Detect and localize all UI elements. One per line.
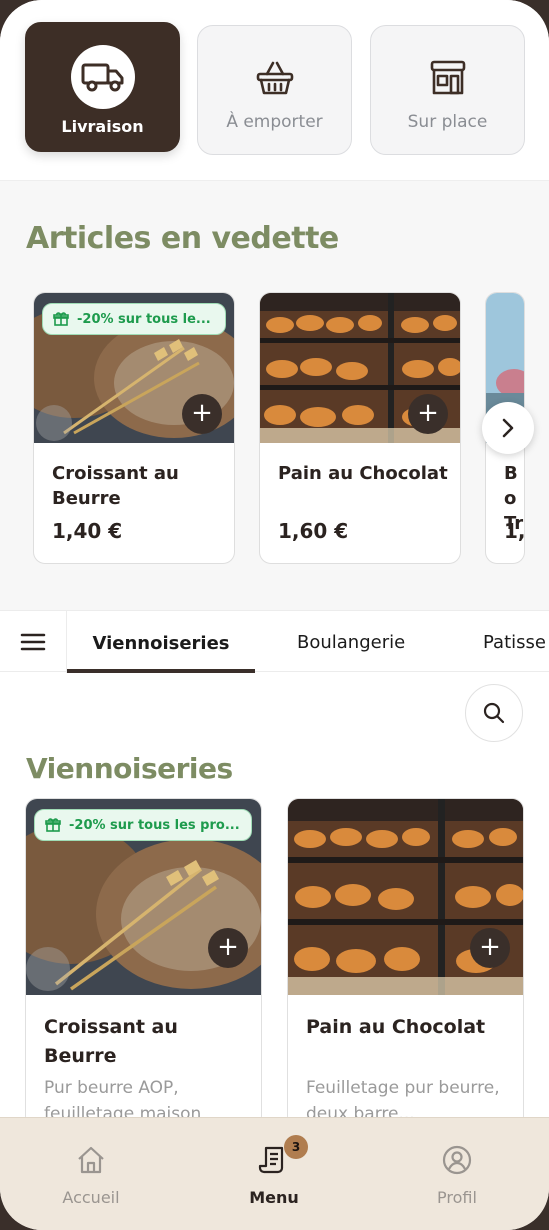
product-card[interactable]: + Pain au Chocolat Feuilletage pur beurr…: [287, 798, 524, 1128]
add-to-cart-button[interactable]: +: [470, 928, 510, 968]
mode-label: Sur place: [407, 112, 488, 132]
category-menu-button[interactable]: [0, 611, 67, 673]
mode-delivery-button[interactable]: Livraison: [25, 22, 180, 152]
nav-profile[interactable]: Profil: [397, 1142, 517, 1207]
app-screen: Livraison À emporter Sur place Articles …: [0, 0, 549, 1230]
truck-icon: [70, 45, 135, 109]
tab-patisserie[interactable]: Patisse: [483, 611, 546, 673]
featured-card[interactable]: -20% sur tous le... + Croissant au Beurr…: [33, 292, 235, 564]
promo-text: -20% sur tous le...: [77, 311, 211, 327]
mode-label: À emporter: [226, 112, 323, 132]
product-price: 1,40 €: [52, 519, 123, 543]
mode-label: Livraison: [61, 117, 144, 136]
nav-menu[interactable]: 3 Menu: [214, 1135, 334, 1207]
product-price: 1,2: [504, 519, 525, 543]
cart-count-badge: 3: [284, 1135, 308, 1159]
promo-badge: -20% sur tous le...: [42, 303, 226, 335]
featured-title: Articles en vedette: [26, 221, 339, 256]
chevron-right-icon: [502, 418, 514, 438]
menu-receipt-icon: 3: [214, 1135, 334, 1178]
add-to-cart-button[interactable]: +: [408, 394, 448, 434]
category-tabs: Viennoiseries Boulangerie Patisse: [0, 610, 549, 673]
search-button[interactable]: [465, 684, 523, 742]
list-section-title: Viennoiseries: [26, 752, 233, 785]
product-card[interactable]: -20% sur tous les pro... + Croissant au …: [25, 798, 262, 1128]
bottom-navigation: Accueil 3 Menu Profil: [0, 1117, 549, 1230]
product-name: Pain au Chocolat: [278, 463, 448, 484]
product-name: Pain au Chocolat: [306, 1016, 486, 1038]
order-mode-selector: Livraison À emporter Sur place: [0, 0, 549, 180]
store-icon: [426, 56, 470, 100]
product-name: Croissant au Beurre: [52, 463, 179, 509]
product-price: 1,60 €: [278, 519, 349, 543]
mode-takeaway-button[interactable]: À emporter: [197, 25, 352, 155]
nav-home[interactable]: Accueil: [31, 1142, 151, 1207]
gift-icon: [45, 818, 61, 832]
product-name: Croissant au Beurre: [44, 1016, 178, 1067]
gift-icon: [53, 312, 69, 326]
featured-section: Articles en vedette -20% sur tous le...: [0, 180, 549, 610]
promo-badge: -20% sur tous les pro...: [34, 809, 252, 841]
tab-viennoiseries[interactable]: Viennoiseries: [67, 611, 255, 673]
search-icon: [483, 702, 505, 724]
featured-card[interactable]: + Pain au Chocolat 1,60 €: [259, 292, 461, 564]
mode-dine-in-button[interactable]: Sur place: [370, 25, 525, 155]
add-to-cart-button[interactable]: +: [182, 394, 222, 434]
nav-label: Profil: [437, 1188, 477, 1207]
home-icon: [31, 1142, 151, 1178]
nav-label: Menu: [249, 1188, 299, 1207]
nav-label: Accueil: [62, 1188, 120, 1207]
carousel-next-button[interactable]: [482, 402, 534, 454]
tab-boulangerie[interactable]: Boulangerie: [297, 611, 405, 673]
basket-icon: [253, 56, 297, 100]
add-to-cart-button[interactable]: +: [208, 928, 248, 968]
hamburger-icon: [20, 633, 46, 651]
promo-text: -20% sur tous les pro...: [69, 817, 240, 833]
profile-icon: [397, 1142, 517, 1178]
